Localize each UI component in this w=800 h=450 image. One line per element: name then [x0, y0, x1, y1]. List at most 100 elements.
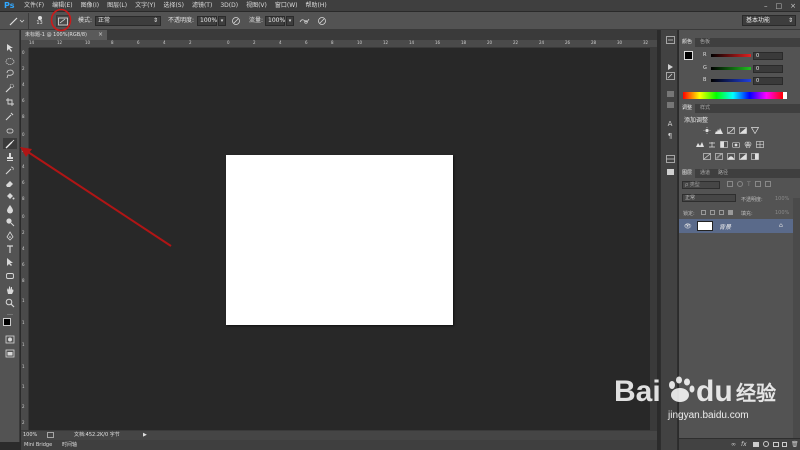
flow-dropdown-icon[interactable]: ▾ [286, 16, 294, 26]
filter-type-icon[interactable]: T [747, 181, 751, 189]
exposure-icon[interactable] [739, 127, 747, 134]
flow-input[interactable]: 100% [265, 16, 285, 26]
tab-paths[interactable]: 路径 [715, 169, 731, 178]
posterize-icon[interactable] [715, 153, 723, 160]
layer-style-icon[interactable]: fx [741, 441, 747, 448]
actions-panel-icon[interactable] [665, 62, 675, 71]
menu-filter[interactable]: 滤镜(T) [192, 0, 212, 12]
tab-styles[interactable]: 样式 [697, 104, 713, 113]
levels-icon[interactable] [715, 127, 723, 134]
hand-tool-icon[interactable] [3, 284, 17, 295]
airbrush-icon[interactable] [299, 16, 310, 26]
lock-position-icon[interactable] [719, 210, 724, 215]
tab-color[interactable]: 颜色 [679, 38, 696, 47]
clone-stamp-tool-icon[interactable] [3, 151, 17, 162]
tablet-pressure-opacity-icon[interactable] [231, 16, 241, 26]
type-tool-icon[interactable] [3, 243, 17, 254]
crop-tool-icon[interactable] [3, 96, 17, 107]
history-panel-icon[interactable] [665, 35, 675, 44]
menu-file[interactable]: 文件(F) [24, 0, 44, 12]
zoom-tool-icon[interactable] [3, 297, 17, 308]
blur-tool-icon[interactable] [3, 203, 17, 214]
pen-tool-icon[interactable] [3, 230, 17, 241]
healing-brush-tool-icon[interactable] [3, 125, 17, 136]
layers-panel-scrollbar[interactable] [793, 198, 800, 438]
color-spectrum-bar[interactable] [683, 92, 783, 99]
color-swatches[interactable] [3, 318, 17, 332]
close-button[interactable]: × [790, 0, 796, 12]
tab-channels[interactable]: 通道 [697, 169, 713, 178]
opacity-dropdown-icon[interactable]: ▾ [218, 16, 226, 26]
info-panel-icon[interactable] [665, 89, 675, 98]
dodge-tool-icon[interactable] [3, 216, 17, 227]
document-canvas[interactable] [226, 155, 453, 325]
menu-window[interactable]: 窗口(W) [275, 0, 298, 12]
mode-select[interactable]: 正常 ⇕ [95, 16, 161, 26]
rectangle-tool-icon[interactable] [3, 270, 17, 281]
add-mask-icon[interactable] [753, 442, 759, 447]
brush-presets-panel-icon[interactable] [665, 71, 675, 80]
menu-select[interactable]: 选择(S) [163, 0, 184, 12]
screen-mode-icon[interactable] [3, 348, 17, 359]
color-balance-icon[interactable] [708, 141, 716, 148]
channel-g-value[interactable]: 0 [753, 65, 783, 73]
status-menu-arrow-icon[interactable]: ▶ [143, 430, 147, 440]
filter-pixel-icon[interactable] [727, 181, 733, 187]
channel-b-slider[interactable] [711, 79, 751, 82]
visibility-eye-icon[interactable]: 👁 [684, 223, 692, 230]
minimize-button[interactable]: – [764, 0, 768, 12]
workspace-select[interactable]: 基本功能 ⇕ [742, 15, 796, 26]
menu-type[interactable]: 文字(Y) [135, 0, 155, 12]
blend-mode-select[interactable]: 正常 [682, 194, 736, 202]
quick-mask-icon[interactable] [3, 334, 17, 345]
lock-all-icon[interactable] [728, 210, 733, 215]
lasso-tool-icon[interactable] [3, 68, 17, 79]
channel-g-slider[interactable] [711, 67, 751, 70]
color-panel-swatches[interactable] [684, 51, 698, 65]
hue-saturation-icon[interactable] [696, 141, 704, 148]
proof-icon[interactable] [47, 432, 54, 438]
new-adjustment-layer-icon[interactable] [763, 441, 769, 447]
brush-tool-icon[interactable] [3, 138, 17, 149]
layer-row[interactable]: 👁 背景 ⌂ [679, 219, 793, 233]
filter-adjustment-icon[interactable] [737, 181, 743, 187]
marquee-tool-icon[interactable] [3, 56, 17, 67]
curves-icon[interactable] [727, 127, 735, 134]
black-white-icon[interactable] [720, 141, 728, 148]
paragraph-panel-icon[interactable]: ¶ [665, 131, 675, 140]
layer-kind-filter[interactable]: ρ 类型 [682, 181, 720, 189]
layer-opacity-value[interactable]: 100% [775, 196, 789, 202]
vibrance-icon[interactable] [751, 127, 759, 134]
spectrum-white-chip[interactable] [783, 92, 787, 99]
foreground-color-swatch[interactable] [3, 318, 11, 326]
color-lookup-icon[interactable] [756, 141, 764, 148]
lock-image-icon[interactable] [710, 210, 715, 215]
history-brush-tool-icon[interactable] [3, 164, 17, 175]
zoom-readout[interactable]: 100% [21, 430, 45, 440]
character-panel-icon[interactable]: A [665, 119, 675, 128]
maximize-button[interactable]: □ [776, 0, 783, 12]
tab-adjustments[interactable]: 调整 [679, 104, 696, 113]
eraser-tool-icon[interactable] [3, 177, 17, 188]
photo-filter-icon[interactable] [732, 141, 740, 148]
channel-b-value[interactable]: 0 [753, 77, 783, 85]
tab-mini-bridge[interactable]: Mini Bridge [24, 440, 52, 450]
new-layer-icon[interactable] [782, 442, 787, 447]
gradient-map-icon[interactable] [751, 153, 759, 160]
menu-image[interactable]: 图像(I) [81, 0, 99, 12]
channel-r-value[interactable]: 0 [753, 52, 783, 60]
channel-mixer-icon[interactable] [744, 141, 752, 148]
swatches-panel-icon[interactable] [665, 154, 675, 163]
channel-r-slider[interactable] [711, 54, 751, 57]
threshold-icon[interactable] [727, 153, 735, 160]
move-tool-icon[interactable] [3, 42, 17, 53]
link-layers-icon[interactable]: ∞ [731, 441, 736, 448]
quick-selection-tool-icon[interactable] [3, 82, 17, 93]
foreground-color-swatch[interactable] [684, 51, 693, 60]
tab-timeline[interactable]: 时间轴 [62, 440, 77, 450]
paint-bucket-tool-icon[interactable] [3, 190, 17, 201]
filter-smart-object-icon[interactable] [764, 181, 771, 187]
selective-color-icon[interactable] [739, 153, 747, 160]
menu-help[interactable]: 帮助(H) [306, 0, 327, 12]
tablet-pressure-size-icon[interactable] [317, 16, 327, 26]
